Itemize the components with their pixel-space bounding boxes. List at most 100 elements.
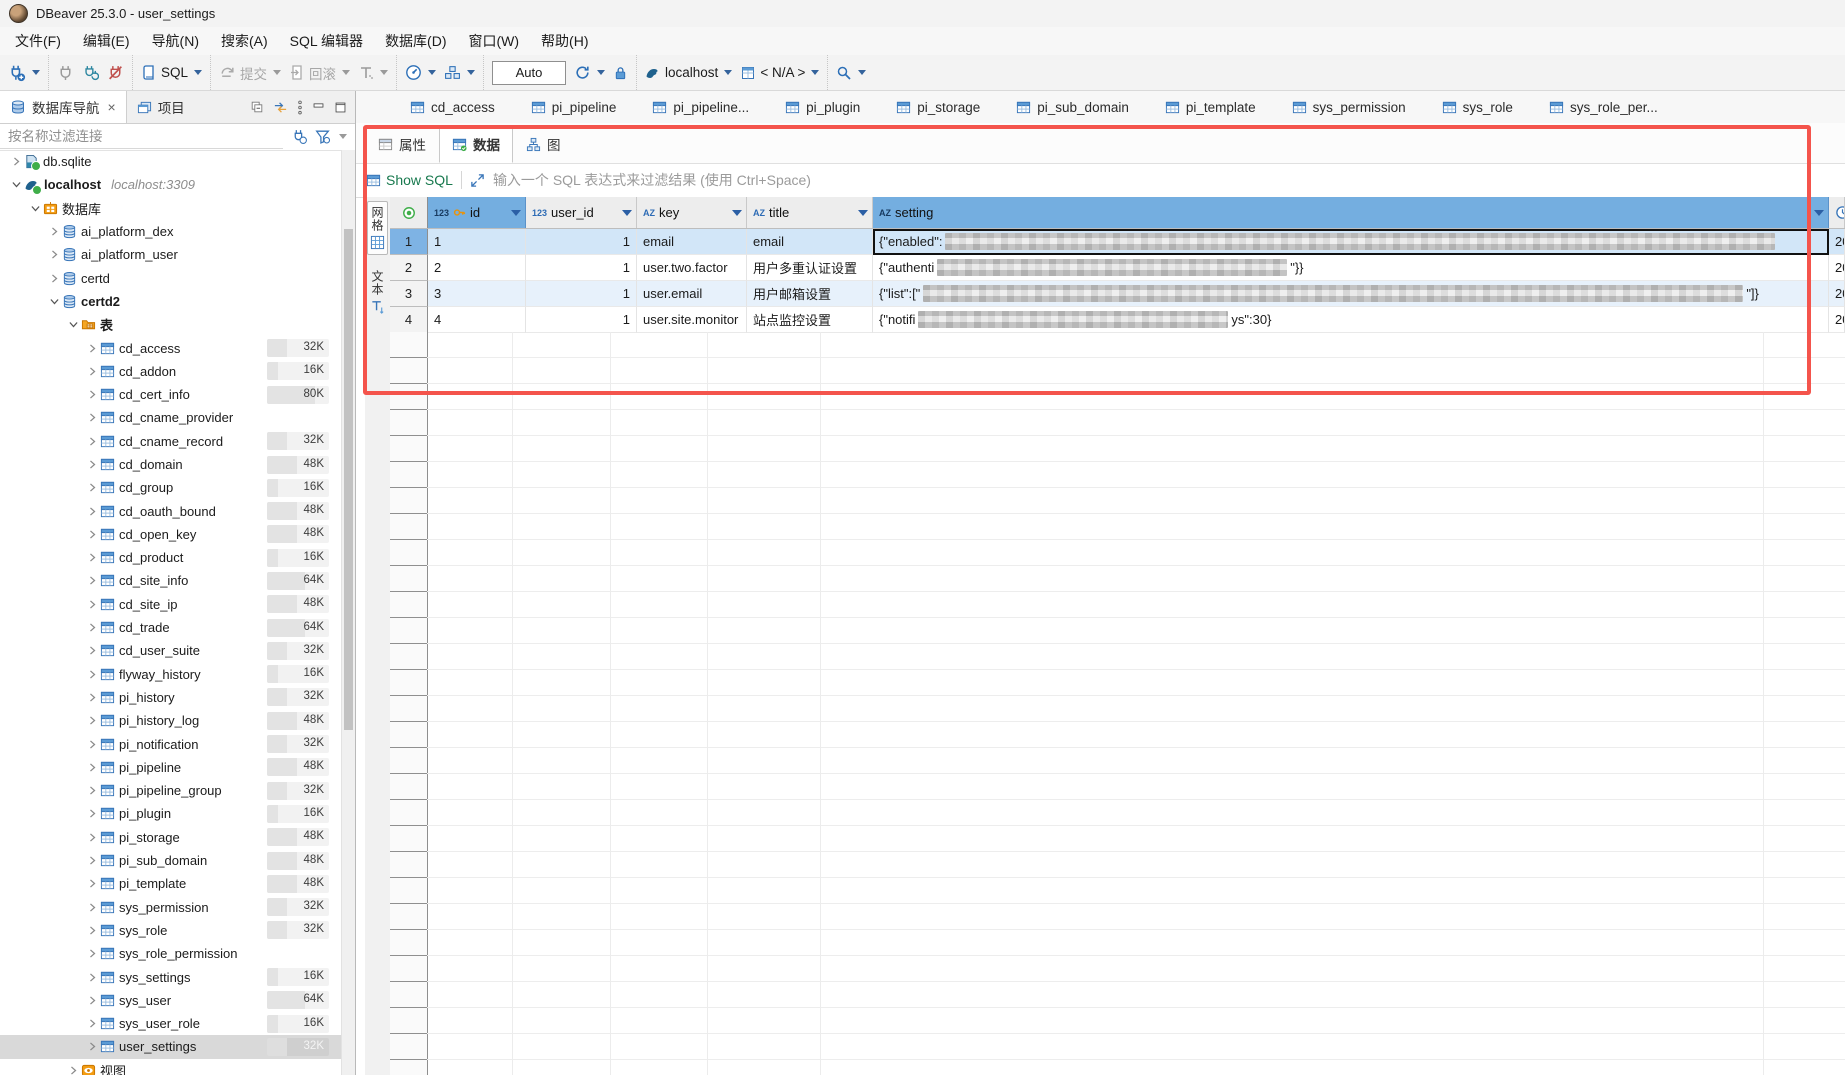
editor-tab-pi_storage[interactable]: pi_storage [880, 91, 996, 123]
tree-item-cd_domain[interactable]: cd_domain48K [0, 453, 342, 476]
table-row-1[interactable]: 111emailemail{"enabled":2024-09- [390, 229, 1845, 255]
table-row-4[interactable]: 441user.site.monitor站点监控设置{"notifiys":30… [390, 307, 1845, 333]
chevron-right-icon[interactable] [84, 903, 100, 912]
cell-create_ti-row2[interactable]: 2025-04- [1829, 255, 1845, 281]
chevron-down-icon[interactable] [8, 180, 24, 189]
tree-item-表[interactable]: 表 [0, 313, 342, 336]
chevron-right-icon[interactable] [84, 786, 100, 795]
dropdown-caret-icon[interactable] [32, 70, 40, 75]
dropdown-caret-icon[interactable] [467, 70, 475, 75]
chevron-right-icon[interactable] [84, 949, 100, 958]
mysql-button[interactable]: localhost [641, 62, 736, 84]
tree-item-pi_history_log[interactable]: pi_history_log48K [0, 709, 342, 732]
chevron-right-icon[interactable] [84, 973, 100, 982]
sql-filter-input[interactable]: 输入一个 SQL 表达式来过滤结果 (使用 Ctrl+Space) [493, 170, 811, 190]
chevron-right-icon[interactable] [84, 460, 100, 469]
menu-item-2[interactable]: 编辑(E) [72, 28, 141, 54]
cell-user_id-row2[interactable]: 1 [526, 255, 637, 281]
dropdown-caret-icon[interactable] [811, 70, 819, 75]
result-tab-图[interactable]: 图 [513, 125, 574, 163]
cell-title-row4[interactable]: 站点监控设置 [747, 307, 873, 333]
tree-scrollbar-thumb[interactable] [344, 229, 353, 730]
column-header-setting[interactable]: AZsetting [873, 197, 1829, 228]
tree-item-pi_notification[interactable]: pi_notification32K [0, 732, 342, 755]
presentation-tab-网格[interactable]: 网格 [367, 201, 388, 255]
row-number[interactable]: 2 [390, 255, 428, 281]
sql-script-button[interactable]: SQL [137, 61, 206, 84]
chevron-right-icon[interactable] [8, 157, 24, 166]
column-dropdown-icon[interactable] [622, 210, 632, 216]
tree-item-cd_cert_info[interactable]: cd_cert_info80K [0, 383, 342, 406]
tree-item-cd_site_ip[interactable]: cd_site_ip48K [0, 593, 342, 616]
column-header-create_ti[interactable]: create_ti [1829, 197, 1845, 228]
presentation-tab-文本[interactable]: 文本 [367, 265, 388, 319]
view-menu-icon[interactable] [297, 100, 303, 115]
chevron-right-icon[interactable] [84, 576, 100, 585]
chevron-right-icon[interactable] [84, 809, 100, 818]
tree-item-flyway_history[interactable]: flyway_history16K [0, 663, 342, 686]
chevron-right-icon[interactable] [84, 763, 100, 772]
cell-id-row4[interactable]: 4 [428, 307, 526, 333]
chevron-right-icon[interactable] [84, 740, 100, 749]
chevron-right-icon[interactable] [84, 344, 100, 353]
cell-setting-row4[interactable]: {"notifiys":30} [873, 307, 1829, 333]
collapse-all-icon[interactable] [250, 100, 264, 114]
rollback-button[interactable]: 回滚 [285, 60, 354, 86]
tree-item-cd_open_key[interactable]: cd_open_key48K [0, 523, 342, 546]
chevron-right-icon[interactable] [46, 227, 62, 236]
chevron-right-icon[interactable] [84, 413, 100, 422]
row-number[interactable]: 4 [390, 307, 428, 333]
tree-item-cd_site_info[interactable]: cd_site_info64K [0, 569, 342, 592]
chevron-right-icon[interactable] [84, 879, 100, 888]
cell-key-row1[interactable]: email [637, 229, 747, 255]
plug-button[interactable] [53, 61, 78, 84]
tree-item-cd_access[interactable]: cd_access32K [0, 336, 342, 359]
menu-item-4[interactable]: 搜索(A) [210, 28, 279, 54]
row-number[interactable]: 1 [390, 229, 428, 255]
chevron-right-icon[interactable] [84, 367, 100, 376]
cell-id-row2[interactable]: 2 [428, 255, 526, 281]
editor-tab-pi_plugin[interactable]: pi_plugin [769, 91, 876, 123]
cell-title-row3[interactable]: 用户邮箱设置 [747, 281, 873, 307]
editor-tab-pi_sub_domain[interactable]: pi_sub_domain [1000, 91, 1145, 123]
editor-tab-sys_permission[interactable]: sys_permission [1276, 91, 1422, 123]
menu-item-7[interactable]: 窗口(W) [458, 28, 531, 54]
tree-item-ai_platform_dex[interactable]: ai_platform_dex [0, 220, 342, 243]
cell-key-row2[interactable]: user.two.factor [637, 255, 747, 281]
minimize-icon[interactable] [312, 101, 325, 114]
chevron-right-icon[interactable] [46, 250, 62, 259]
tree-item-pi_pipeline_group[interactable]: pi_pipeline_group32K [0, 779, 342, 802]
plug-off-button[interactable] [103, 61, 128, 84]
chevron-right-icon[interactable] [84, 996, 100, 1005]
chevron-right-icon[interactable] [84, 507, 100, 516]
tree-item-视图[interactable]: 视图 [0, 1059, 342, 1075]
tree-item-cd_cname_record[interactable]: cd_cname_record32K [0, 430, 342, 453]
column-header-id[interactable]: 123id [428, 197, 526, 228]
chevron-right-icon[interactable] [84, 693, 100, 702]
tree-item-pi_sub_domain[interactable]: pi_sub_domain48K [0, 849, 342, 872]
chevron-right-icon[interactable] [84, 437, 100, 446]
chevron-right-icon[interactable] [84, 1042, 100, 1051]
tree-item-sys_permission[interactable]: sys_permission32K [0, 896, 342, 919]
result-tab-数据[interactable]: 数据 [439, 125, 513, 163]
cell-user_id-row3[interactable]: 1 [526, 281, 637, 307]
tree-item-pi_plugin[interactable]: pi_plugin16K [0, 802, 342, 825]
cell-key-row3[interactable]: user.email [637, 281, 747, 307]
tree-item-certd2[interactable]: certd2 [0, 290, 342, 313]
tree-item-cd_cname_provider[interactable]: cd_cname_provider [0, 406, 342, 429]
editor-tab-sys_role_per...[interactable]: sys_role_per... [1533, 91, 1674, 123]
cell-setting-row2[interactable]: {"authenti"}} [873, 255, 1829, 281]
editor-tab-pi_pipeline[interactable]: pi_pipeline [515, 91, 633, 123]
dropdown-caret-icon[interactable] [428, 70, 436, 75]
plug-refresh-button[interactable] [78, 61, 103, 84]
dropdown-caret-icon[interactable] [724, 70, 732, 75]
tree-item-cd_trade[interactable]: cd_trade64K [0, 616, 342, 639]
expand-filter-icon[interactable] [470, 173, 485, 188]
tree-item-user_settings[interactable]: user_settings32K [0, 1035, 342, 1058]
table-row-2[interactable]: 221user.two.factor用户多重认证设置{"authenti"}}2… [390, 255, 1845, 281]
chevron-right-icon[interactable] [84, 530, 100, 539]
tree-item-cd_product[interactable]: cd_product16K [0, 546, 342, 569]
menu-item-1[interactable]: 文件(F) [4, 28, 72, 54]
tree-item-localhost[interactable]: localhostlocalhost:3309 [0, 173, 342, 196]
dropdown-caret-icon[interactable] [342, 70, 350, 75]
